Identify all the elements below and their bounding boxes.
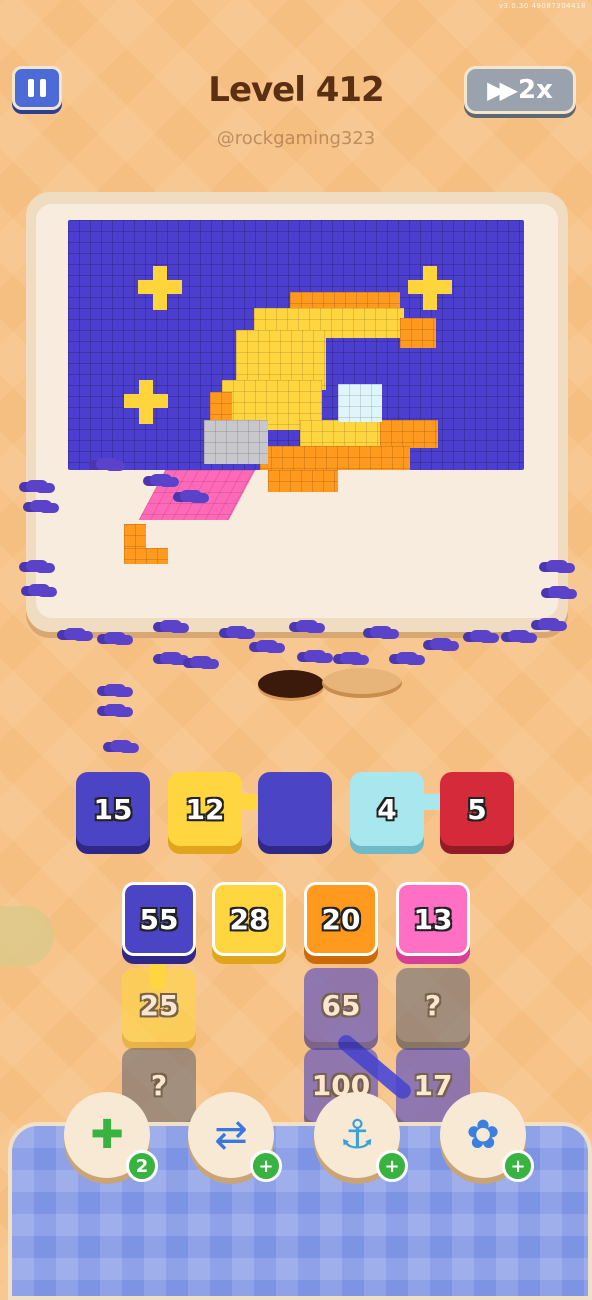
queue-tile[interactable]: 5 bbox=[440, 772, 514, 846]
queue-tile[interactable]: 4 bbox=[350, 772, 424, 846]
speed-label: 2x bbox=[518, 75, 553, 105]
tile-count: 20 bbox=[321, 902, 361, 936]
tile-count: 55 bbox=[139, 902, 179, 936]
add-slot-booster-button[interactable]: ✚ 2 bbox=[64, 1092, 158, 1182]
version-text: v3.0.30 49087304418 bbox=[498, 2, 586, 10]
star-icon bbox=[138, 266, 182, 310]
tile-count: 13 bbox=[413, 902, 453, 936]
booster-add-badge: + bbox=[502, 1150, 534, 1182]
grid-tile[interactable]: 55 bbox=[122, 882, 196, 956]
flower-booster-button[interactable]: ✿ + bbox=[440, 1092, 534, 1182]
booster-add-badge: + bbox=[250, 1150, 282, 1182]
queue-tile[interactable] bbox=[258, 772, 332, 846]
tile-count: 5 bbox=[467, 792, 487, 826]
claw-icon: ⚓ bbox=[339, 1112, 375, 1158]
tile-count: 65 bbox=[321, 988, 361, 1022]
leaf-decoration bbox=[0, 906, 54, 966]
cookie-icon bbox=[322, 668, 402, 698]
tile-count: 25 bbox=[139, 988, 179, 1022]
tile-count: ? bbox=[424, 988, 442, 1022]
grid-tile[interactable]: 20 bbox=[304, 882, 378, 956]
ant-hole bbox=[258, 670, 324, 698]
tile-count: 12 bbox=[185, 792, 225, 826]
flower-icon: ✿ bbox=[466, 1112, 500, 1158]
tile-count: ? bbox=[150, 1068, 168, 1102]
fast-forward-icon: ▶▶ bbox=[487, 76, 518, 104]
speed-button[interactable]: ▶▶ 2x bbox=[464, 66, 576, 114]
booster-count-badge: 2 bbox=[126, 1150, 158, 1182]
star-icon bbox=[408, 266, 452, 310]
tile-count: 15 bbox=[93, 792, 133, 826]
mystery-tile[interactable]: ? bbox=[396, 968, 470, 1042]
queue-tile[interactable]: 12 bbox=[168, 772, 242, 846]
grid-tile[interactable]: 25 bbox=[122, 968, 196, 1042]
queue-tile[interactable]: 15 bbox=[76, 772, 150, 846]
booster-add-badge: + bbox=[376, 1150, 408, 1182]
tray-plus-icon: ✚ bbox=[90, 1112, 124, 1158]
grid-tile[interactable]: 28 bbox=[212, 882, 286, 956]
creator-handle: @rockgaming323 bbox=[216, 128, 376, 149]
shuffle-booster-button[interactable]: ⇄ + bbox=[188, 1092, 282, 1182]
tile-count: 28 bbox=[229, 902, 269, 936]
tile-count: 17 bbox=[413, 1068, 453, 1102]
magnet-claw-booster-button[interactable]: ⚓ + bbox=[314, 1092, 408, 1182]
star-icon bbox=[124, 380, 168, 424]
grid-tile[interactable]: 65 bbox=[304, 968, 378, 1042]
tile-count: 4 bbox=[377, 792, 397, 826]
grid-tile[interactable]: 13 bbox=[396, 882, 470, 956]
shuffle-arrows-icon: ⇄ bbox=[214, 1112, 248, 1158]
